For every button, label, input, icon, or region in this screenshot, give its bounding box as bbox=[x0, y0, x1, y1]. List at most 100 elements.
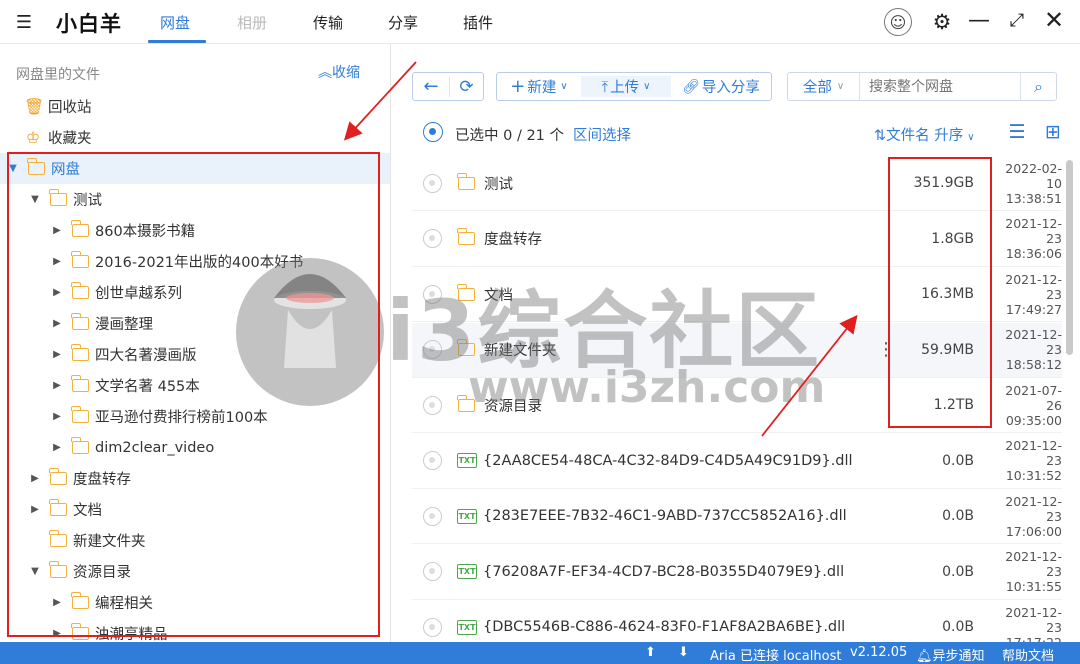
file-name[interactable]: 资源目录 bbox=[484, 395, 542, 416]
app-window: { "header": { "menu_icon": "menu-icon", … bbox=[0, 0, 1080, 664]
row-select-radio[interactable] bbox=[423, 284, 442, 304]
import-label: 导入分享 bbox=[701, 80, 760, 96]
file-size: 0.0B bbox=[942, 452, 974, 469]
folder-icon bbox=[457, 172, 475, 190]
plus-icon: + bbox=[510, 76, 526, 97]
select-all-radio[interactable] bbox=[423, 122, 443, 142]
upload-arrow-icon[interactable]: ⬆ bbox=[645, 645, 656, 660]
file-name[interactable]: {DBC5546B-C886-4624-83F0-F1AF8A2BA6BE}.d… bbox=[483, 619, 845, 635]
list-view-icon[interactable]: ☰ bbox=[1006, 121, 1028, 143]
search-input[interactable] bbox=[860, 73, 1020, 100]
version: v2.12.05 bbox=[850, 645, 908, 660]
back-icon[interactable]: ← bbox=[413, 76, 449, 97]
file-date-day: 2022-02-10 bbox=[1005, 160, 1062, 191]
collapse-button[interactable]: ︽收缩 bbox=[318, 62, 360, 82]
collapse-label: 收缩 bbox=[332, 65, 360, 81]
new-button[interactable]: + 新建 ∨ bbox=[497, 76, 581, 97]
sort-button[interactable]: ⇅文件名 升序 ∨ bbox=[874, 124, 975, 145]
row-select-radio[interactable] bbox=[423, 562, 442, 581]
minimize-icon[interactable]: — bbox=[968, 8, 990, 33]
tab-album[interactable]: 相册 bbox=[237, 12, 267, 33]
filter-select[interactable]: 全部 ∨ bbox=[788, 73, 860, 100]
maximize-icon[interactable]: ⤢ bbox=[1006, 9, 1028, 31]
file-name[interactable]: 测试 bbox=[484, 173, 513, 194]
title-bar: ☰ 小白羊 网盘 相册 传输 分享 插件 ☺ ⚙ — ⤢ ✕ bbox=[0, 0, 1080, 44]
file-date: 2021-12-23 17:49:27 bbox=[992, 272, 1062, 317]
file-size: 0.0B bbox=[942, 508, 974, 524]
tab-share[interactable]: 分享 bbox=[388, 12, 418, 33]
file-name[interactable]: 度盘转存 bbox=[484, 228, 542, 249]
file-date-day: 2021-12-23 bbox=[1005, 327, 1062, 357]
tab-drive[interactable]: 网盘 bbox=[160, 12, 190, 33]
search-icon[interactable]: ⌕ bbox=[1020, 73, 1056, 100]
file-name[interactable]: 文档 bbox=[484, 284, 513, 305]
close-icon[interactable]: ✕ bbox=[1042, 6, 1066, 34]
file-date-time: 10:31:55 bbox=[1005, 579, 1062, 594]
filter-label: 全部 bbox=[802, 80, 832, 96]
file-name[interactable]: {2AA8CE54-48CA-4C32-84D9-C4D5A49C91D9}.d… bbox=[483, 453, 853, 469]
avatar-icon[interactable]: ☺ bbox=[884, 8, 912, 36]
tab-transfer[interactable]: 传输 bbox=[313, 12, 343, 33]
row-select-radio[interactable] bbox=[423, 229, 442, 248]
link-icon: 🔗︎ bbox=[682, 78, 700, 95]
notify-button[interactable]: 🔔︎异步通知 bbox=[916, 645, 985, 664]
file-date-day: 2021-12-23 bbox=[1005, 604, 1062, 635]
tree-item-label: 收藏夹 bbox=[48, 131, 92, 147]
highlight-box-tree bbox=[7, 152, 380, 637]
refresh-icon[interactable]: ⟳ bbox=[449, 76, 483, 97]
help-link[interactable]: 帮助文档 bbox=[1002, 645, 1054, 664]
file-row[interactable]: TXT {76208A7F-EF34-4CD7-BC28-B0355D4079E9… bbox=[412, 545, 1062, 600]
row-select-radio[interactable] bbox=[423, 617, 442, 637]
active-tab-indicator bbox=[148, 40, 206, 43]
gear-icon[interactable]: ⚙ bbox=[930, 10, 954, 34]
file-date-day: 2021-12-23 bbox=[1005, 271, 1062, 302]
sort-icon: ⇅ bbox=[874, 128, 887, 144]
folder-icon bbox=[457, 228, 475, 245]
txt-file-icon: TXT bbox=[457, 508, 477, 524]
import-share-button[interactable]: 🔗︎ 导入分享 bbox=[671, 76, 771, 97]
file-date-time: 09:35:00 bbox=[1005, 412, 1062, 428]
txt-file-icon: TXT bbox=[457, 619, 477, 635]
sidebar-title: 网盘里的文件 bbox=[16, 67, 100, 83]
nav-group: ← ⟳ bbox=[412, 72, 484, 101]
txt-file-icon: TXT bbox=[457, 564, 477, 579]
tree-item-label: 回收站 bbox=[48, 100, 92, 116]
file-date-time: 18:58:12 bbox=[1005, 357, 1062, 372]
tree-item[interactable]: ♔ 收藏夹 bbox=[0, 122, 390, 153]
upload-button[interactable]: ⤒ 上传 ∨ bbox=[581, 76, 671, 97]
grid-view-icon[interactable]: ⊞ bbox=[1042, 121, 1064, 143]
search-group: 全部 ∨ ⌕ bbox=[787, 72, 1057, 101]
row-select-radio[interactable] bbox=[423, 451, 442, 470]
download-arrow-icon[interactable]: ⬇ bbox=[678, 645, 689, 660]
file-date: 2021-12-23 10:31:55 bbox=[992, 549, 1062, 594]
file-name[interactable]: 新建文件夹 bbox=[484, 339, 557, 360]
file-date-day: 2021-12-23 bbox=[1005, 216, 1062, 246]
file-date: 2022-02-10 13:38:51 bbox=[992, 161, 1062, 206]
tree-item[interactable]: 🗑︎ 回收站 bbox=[0, 91, 390, 122]
range-select-link[interactable]: 区间选择 bbox=[573, 124, 631, 145]
chevron-down-icon: ∨ bbox=[836, 81, 845, 92]
status-bar: ⬆ ⬇ Aria 已连接 localhost v2.12.05 🔔︎异步通知 帮… bbox=[0, 642, 1080, 664]
resize-handle[interactable] bbox=[390, 351, 391, 419]
tab-plugins[interactable]: 插件 bbox=[463, 12, 493, 33]
row-select-radio[interactable] bbox=[423, 395, 442, 415]
row-select-radio[interactable] bbox=[423, 173, 442, 193]
sort-label: 文件名 升序 bbox=[886, 128, 964, 144]
file-size: 0.0B bbox=[942, 563, 974, 580]
file-date-time: 17:49:27 bbox=[1005, 301, 1062, 317]
menu-icon[interactable]: ☰ bbox=[10, 12, 38, 33]
file-date-day: 2021-07-26 bbox=[1005, 382, 1062, 413]
chevron-down-icon: ∨ bbox=[643, 81, 651, 92]
row-select-radio[interactable] bbox=[423, 506, 442, 526]
scrollbar[interactable] bbox=[1066, 160, 1073, 355]
row-select-radio[interactable] bbox=[423, 340, 442, 359]
upload-icon: ⤒ bbox=[601, 77, 609, 96]
file-name[interactable]: {76208A7F-EF34-4CD7-BC28-B0355D4079E9}.d… bbox=[483, 564, 844, 580]
file-name[interactable]: {283E7EEE-7B32-46C1-9ABD-737CC5852A16}.d… bbox=[483, 508, 847, 524]
new-label: 新建 bbox=[527, 80, 557, 96]
file-row[interactable]: TXT {283E7EEE-7B32-46C1-9ABD-737CC5852A16… bbox=[412, 489, 1062, 544]
action-group: + 新建 ∨ ⤒ 上传 ∨ 🔗︎ 导入分享 bbox=[496, 72, 772, 101]
file-date-time: 17:06:00 bbox=[1005, 523, 1062, 539]
highlight-box-sizes bbox=[888, 157, 992, 428]
file-row[interactable]: TXT {2AA8CE54-48CA-4C32-84D9-C4D5A49C91D9… bbox=[412, 434, 1062, 489]
